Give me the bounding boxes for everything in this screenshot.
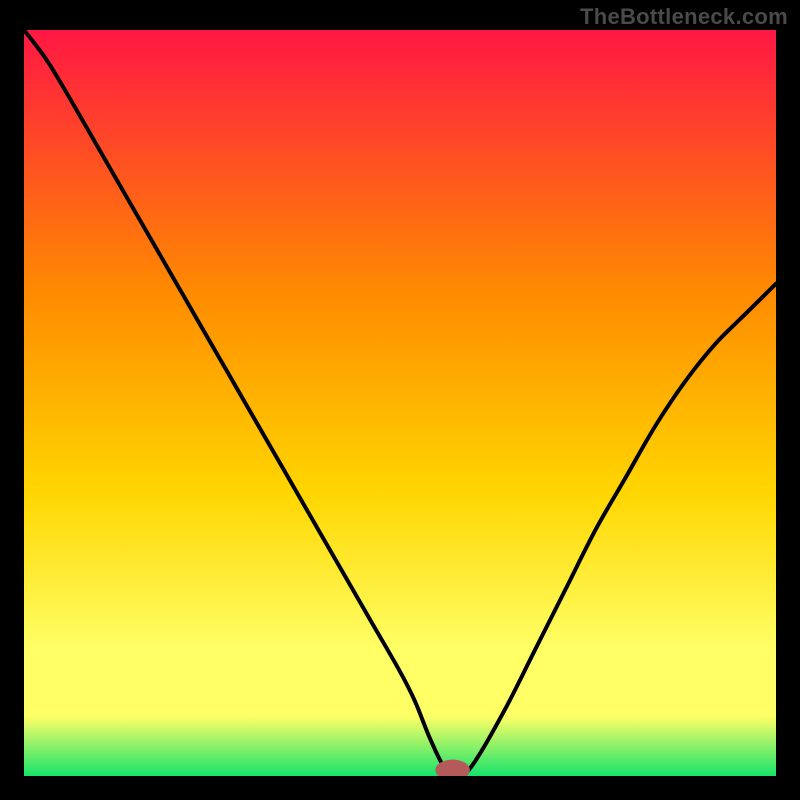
chart-frame: TheBottleneck.com	[0, 0, 800, 800]
gradient-background	[24, 30, 776, 776]
watermark-label: TheBottleneck.com	[580, 4, 788, 30]
plot-area	[24, 30, 776, 776]
plot-svg	[24, 30, 776, 776]
